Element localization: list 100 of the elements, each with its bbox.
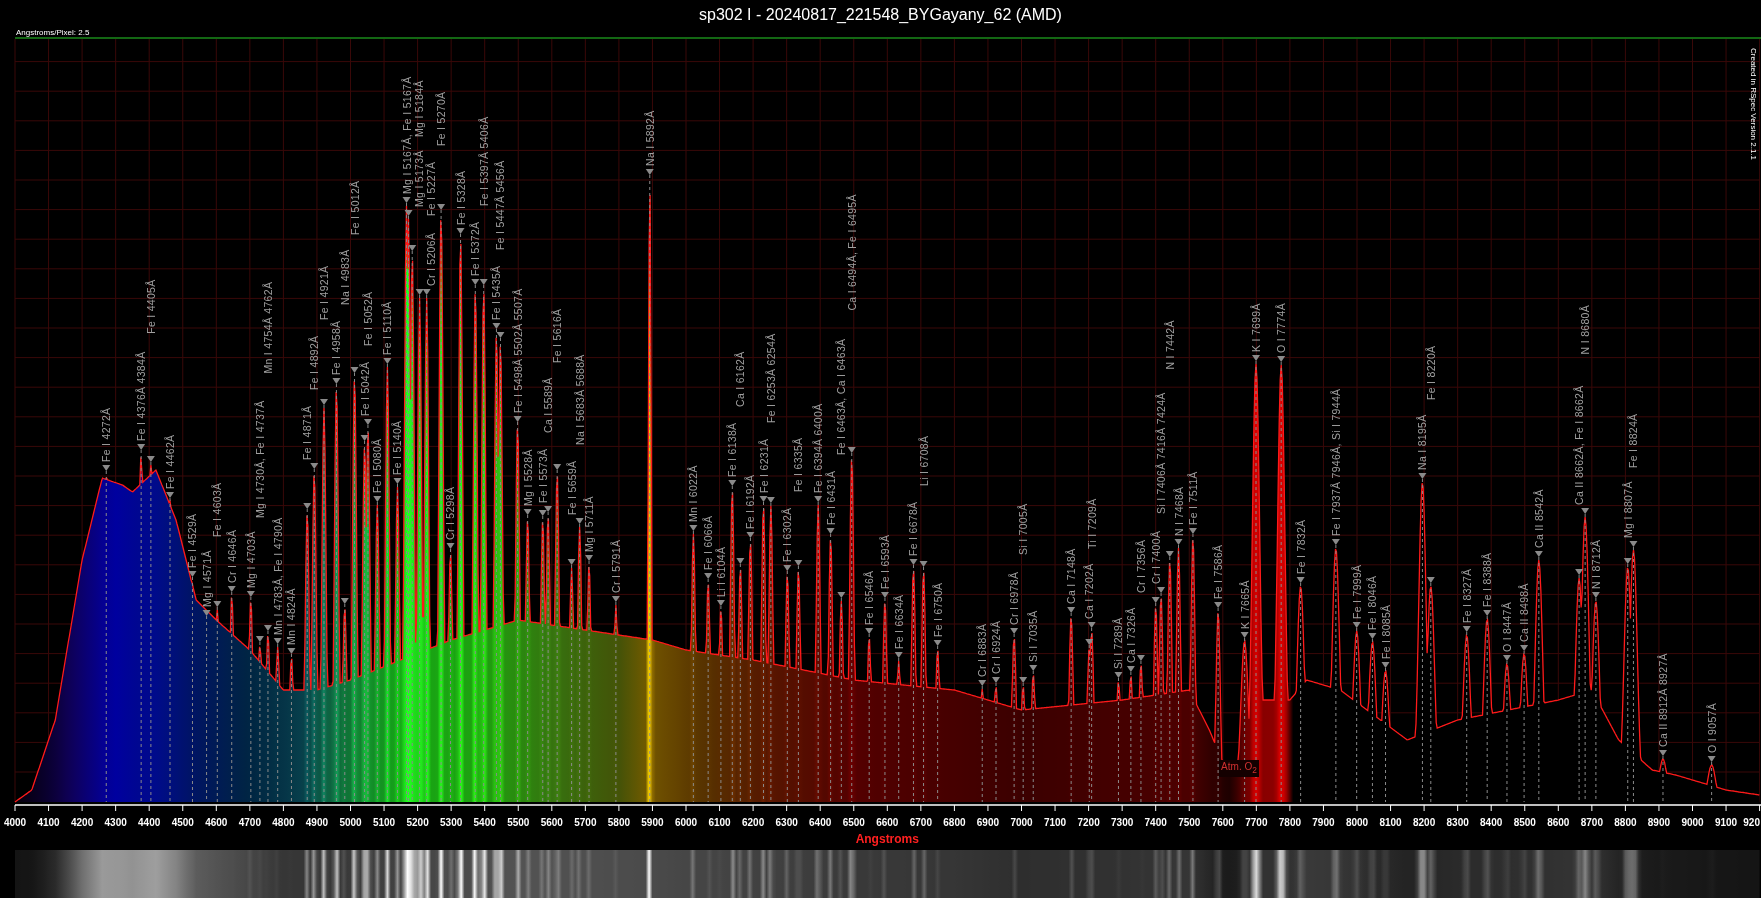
tick-label: 8100 xyxy=(1379,817,1402,828)
line-label: Fe I 6634Å xyxy=(892,594,905,649)
line-label: Fe I 5659Å xyxy=(565,460,578,515)
tick-label: 6300 xyxy=(775,817,798,828)
line-label: Fe I 4871Å xyxy=(301,405,314,460)
line-label: Si I 7005Å xyxy=(1017,503,1030,555)
line-label: Fe I 6678Å xyxy=(907,501,920,556)
line-label: Mg I 8807Å xyxy=(1621,481,1634,538)
line-label: K I 7699Å xyxy=(1250,303,1262,352)
line-label: Si I 7406Å 7416Å 7424Å xyxy=(1155,392,1168,514)
line-label: N I 8712Å xyxy=(1589,539,1602,589)
tick-label: 4400 xyxy=(138,817,161,828)
line-label: Ca II 8498Å xyxy=(1518,583,1531,642)
line-label: O I 7774Å xyxy=(1275,303,1288,353)
line-label: Cr I 7400Å xyxy=(1149,530,1162,584)
axis-title: Angstroms xyxy=(855,832,919,846)
line-label: Fe I 5270Å xyxy=(435,91,448,146)
tick-label: 9000 xyxy=(1681,817,1704,828)
line-label: Fe I 4921Å xyxy=(318,265,330,320)
tick-label: 6400 xyxy=(809,817,832,828)
line-label: Fe I 5372Å xyxy=(469,221,482,276)
line-label: Mg I 4703Å xyxy=(244,531,257,588)
line-label: Li I 6708Å xyxy=(917,435,930,486)
tick-label: 8400 xyxy=(1480,817,1503,828)
tick-label: 5300 xyxy=(440,817,463,828)
line-label: Mn I 4824Å xyxy=(285,588,298,645)
line-label: Mg I 5528Å xyxy=(521,449,534,506)
line-label: Ca I 6162Å xyxy=(734,351,747,407)
line-label: Ca I 5589Å xyxy=(542,377,555,433)
line-label: Fe I 7586Å xyxy=(1212,544,1225,599)
line-label: Na I 5892Å xyxy=(643,110,656,166)
line-label: Cr I 7356Å xyxy=(1134,539,1147,593)
line-label: Si I 7289Å xyxy=(1112,617,1125,669)
tick-label: 5900 xyxy=(641,817,664,828)
tick-label: 4900 xyxy=(305,817,329,828)
tick-label: 4600 xyxy=(205,817,228,828)
line-label: Fe I 4958Å xyxy=(330,320,343,375)
line-label: Cr I 5791Å xyxy=(609,539,622,593)
tick-label: 4000 xyxy=(3,817,27,828)
line-label: Fe I 6394Å 6400Å xyxy=(812,403,825,493)
line-label: Mg I 5167Å, Fe I 5167Å xyxy=(400,76,413,194)
tick-label: 6200 xyxy=(741,817,765,828)
line-label: Ca II 8542Å xyxy=(1532,489,1545,548)
tick-label: 7400 xyxy=(1144,817,1167,828)
tick-label: 8700 xyxy=(1580,817,1603,828)
line-label: Fe I 6192Å xyxy=(744,474,757,529)
tick-label: 6700 xyxy=(909,817,932,828)
line-label: Fe I 6231Å xyxy=(757,438,770,493)
line-label: K I 7665Å xyxy=(1238,580,1251,629)
line-label: Ca I 7326Å xyxy=(1124,607,1137,663)
tick-label: 9100 xyxy=(1714,817,1738,828)
tick-label: 6600 xyxy=(876,817,899,828)
tick-label: 4500 xyxy=(171,817,194,828)
line-label: Cr I 6978Å xyxy=(1008,571,1021,625)
line-label: Na I 8195Å xyxy=(1416,414,1429,470)
tick-label: 4100 xyxy=(37,817,60,828)
line-label: Fe I 5110Å xyxy=(381,301,394,355)
line-label: Na I 4983Å xyxy=(338,249,351,305)
line-label: Mg I 5184Å xyxy=(412,80,425,137)
line-label: Mg I 4571Å xyxy=(200,550,213,607)
tick-label: 7100 xyxy=(1043,817,1067,828)
line-label: Ca II 8662Å, Fe I 8662Å xyxy=(1573,385,1586,505)
tick-label: 7600 xyxy=(1211,817,1234,828)
line-label: Ca I 7148Å xyxy=(1065,548,1078,604)
line-label: Fe I 5012Å xyxy=(348,180,361,235)
tick-label: 8800 xyxy=(1614,817,1637,828)
line-label: Fe I 4529Å xyxy=(186,513,199,568)
line-label: Fe I 6750Å xyxy=(931,582,944,637)
tick-label: 8200 xyxy=(1412,817,1436,828)
tick-label: 8300 xyxy=(1446,817,1469,828)
line-label: Ca II 8912Å 8927Å xyxy=(1657,653,1669,747)
line-label: Mg I 4730Å, Fe I 4737Å xyxy=(253,400,266,518)
line-label: Fe I 5616Å xyxy=(551,308,564,363)
tick-label: 7500 xyxy=(1178,817,1201,828)
tick-label: 4200 xyxy=(70,817,94,828)
tick-label: 6500 xyxy=(842,817,865,828)
line-label: Li I 6104Å xyxy=(714,546,727,597)
line-label: Fe I 4376Å 4384Å xyxy=(135,351,148,441)
chart-title: sp302 I - 20240817_221548_BYGayany_62 (AMD) xyxy=(698,5,1063,25)
line-label: Fe I 6302Å xyxy=(781,507,794,562)
line-label: Fe I 6431Å xyxy=(824,470,837,525)
line-label: Fe I 7832Å xyxy=(1294,519,1307,574)
line-label: Fe I 7511Å xyxy=(1186,471,1199,525)
line-label: Fe I 5498Å 5502Å 5507Å xyxy=(511,288,524,413)
tick-label: 8600 xyxy=(1547,817,1570,828)
tick-label: 7800 xyxy=(1278,817,1302,828)
line-label: Fe I 8388Å xyxy=(1481,552,1494,607)
line-label: Ca I 6494Å, Fe I 6495Å xyxy=(845,194,858,311)
tick-label: 4300 xyxy=(104,817,127,828)
tick-label: 6000 xyxy=(674,817,698,828)
tick-label: 8900 xyxy=(1647,817,1671,828)
line-label: Cr I 6924Å xyxy=(990,620,1002,674)
line-label: Fe I 8085Å xyxy=(1379,604,1392,659)
line-label: N I 8680Å xyxy=(1579,305,1592,355)
line-label: Fe I 6066Å xyxy=(702,515,715,570)
tick-label: 920 xyxy=(1743,817,1760,828)
line-label: Na I 5683Å 5688Å xyxy=(573,354,586,445)
line-label: Fe I 6138Å xyxy=(726,422,739,477)
line-label: Mg I 5711Å xyxy=(583,496,596,552)
line-label: Fe I 5435Å xyxy=(490,265,503,320)
